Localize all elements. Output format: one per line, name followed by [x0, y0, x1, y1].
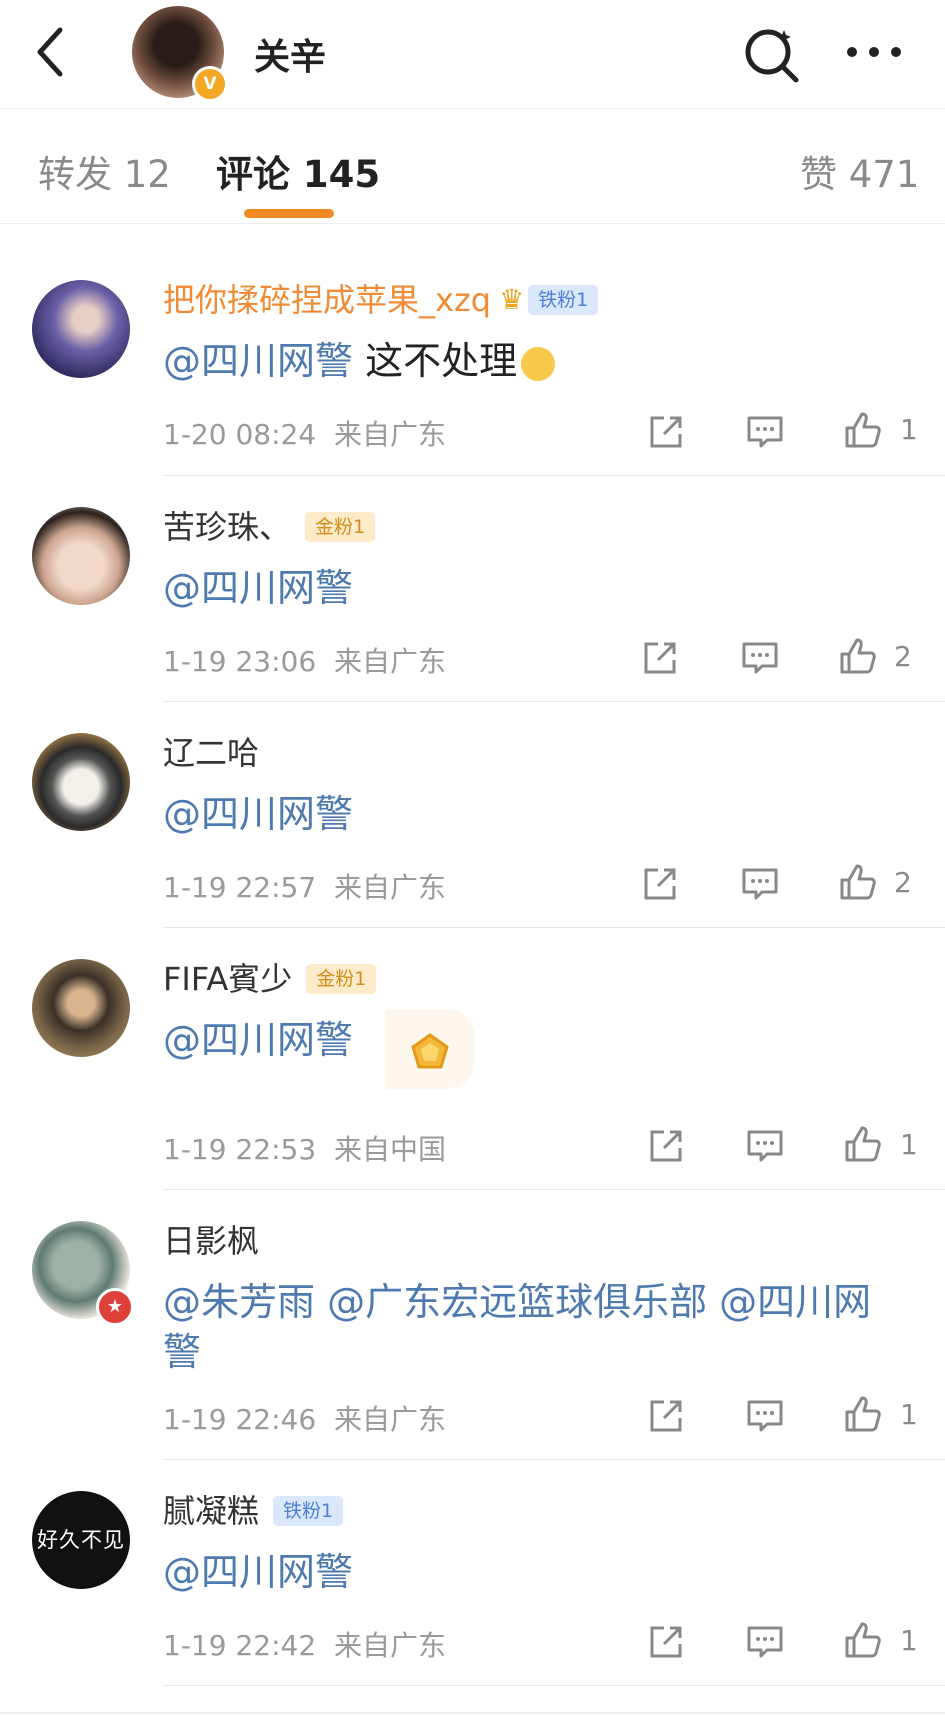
comment-icon[interactable]	[745, 1622, 785, 1662]
thumbs-up-icon[interactable]	[843, 1620, 883, 1660]
comment-location: 来自广东	[333, 645, 446, 678]
commenter-name-text: 日影枫	[163, 1222, 260, 1260]
more-options-icon[interactable]	[842, 36, 906, 68]
divider	[163, 1189, 945, 1190]
comment-icon[interactable]	[740, 864, 780, 904]
mention-links[interactable]: @朱芳雨 @广东宏远篮球俱乐部 @四川网警	[163, 1280, 871, 1374]
like-count: 1	[900, 1128, 918, 1161]
comment-location: 来自中国	[333, 1133, 446, 1166]
gold-badge-sticker-icon	[385, 1009, 475, 1089]
commenter-name-text: FIFA賓少	[163, 960, 293, 998]
comment-icon[interactable]	[745, 1126, 785, 1166]
commenter-name[interactable]: 苦珍珠、 金粉1	[163, 505, 935, 549]
mention-link[interactable]: @四川网警	[163, 566, 353, 610]
thinking-face-emoji-icon	[521, 346, 556, 381]
thumbs-up-icon[interactable]	[838, 636, 878, 676]
like-count: 1	[900, 1398, 918, 1431]
active-tab-indicator	[244, 209, 334, 218]
tab-likes[interactable]: 赞 471	[800, 144, 919, 198]
commenter-avatar[interactable]	[32, 507, 130, 605]
fan-badge: 金粉1	[306, 964, 377, 994]
commenter-name-text: 把你揉碎捏成苹果_xzq	[163, 281, 492, 319]
thumbs-up-icon[interactable]	[843, 1124, 883, 1164]
comment-icon[interactable]	[745, 1396, 785, 1436]
comment-meta: 1-19 23:06 来自广东	[163, 640, 446, 680]
fan-badge: 金粉1	[305, 512, 376, 542]
divider	[163, 1685, 945, 1686]
commenter-avatar[interactable]	[32, 280, 130, 378]
comment-meta: 1-19 22:53 来自中国	[163, 1128, 446, 1168]
comment-location: 来自广东	[333, 1403, 446, 1436]
mention-link[interactable]: @四川网警	[163, 792, 353, 836]
mention-link[interactable]: @四川网警	[163, 339, 353, 383]
comment-time: 1-19 22:53	[163, 1133, 317, 1166]
share-icon[interactable]	[640, 864, 680, 904]
commenter-name[interactable]: FIFA賓少 金粉1	[163, 957, 935, 1001]
back-arrow-icon[interactable]	[30, 24, 74, 80]
verified-badge: V	[192, 66, 228, 102]
mention-link[interactable]: @四川网警	[163, 1550, 353, 1594]
divider	[163, 927, 945, 928]
fan-badge: 铁粉1	[528, 285, 599, 315]
commenter-name-text: 辽二哈	[163, 734, 260, 772]
like-count: 2	[894, 866, 912, 899]
fan-badge: 铁粉1	[273, 1496, 344, 1526]
like-count: 1	[900, 1624, 918, 1657]
comment-text: @朱芳雨 @广东宏远篮球俱乐部 @四川网警	[163, 1277, 893, 1377]
commenter-name[interactable]: 辽二哈	[163, 731, 935, 775]
commenter-avatar[interactable]: 好久不见	[32, 1491, 130, 1589]
comment-text: @四川网警	[163, 789, 935, 839]
star-badge-icon: ★	[96, 1288, 134, 1326]
commenter-name[interactable]: 日影枫	[163, 1219, 935, 1263]
comment-text: @四川网警	[163, 1547, 935, 1597]
comment-icon[interactable]	[740, 638, 780, 678]
mention-link[interactable]: @四川网警	[163, 1018, 353, 1062]
comment-location: 来自广东	[333, 1629, 446, 1662]
comment-time: 1-20 08:24	[163, 418, 317, 451]
comment-content: 这不处理	[353, 339, 518, 383]
tab-bar: 转发 12 评论 145 赞 471	[0, 108, 945, 224]
comment-text: @四川网警	[163, 1009, 935, 1089]
divider	[163, 701, 945, 702]
comment-time: 1-19 22:46	[163, 1403, 317, 1436]
tab-comments[interactable]: 评论 145	[216, 144, 380, 198]
commenter-name[interactable]: 把你揉碎捏成苹果_xzq ♛ 铁粉1	[163, 278, 935, 322]
search-icon[interactable]	[740, 22, 804, 86]
tab-reposts[interactable]: 转发 12	[38, 144, 171, 198]
commenter-name-text: 腻凝糕	[163, 1492, 260, 1530]
comment-time: 1-19 22:57	[163, 871, 317, 904]
divider	[163, 1459, 945, 1460]
share-icon[interactable]	[646, 1622, 686, 1662]
thumbs-up-icon[interactable]	[843, 1394, 883, 1434]
commenter-avatar[interactable]	[32, 733, 130, 831]
share-icon[interactable]	[646, 1396, 686, 1436]
commenter-name-text: 苦珍珠、	[163, 508, 292, 546]
share-icon[interactable]	[646, 412, 686, 452]
comment-meta: 1-19 22:46 来自广东	[163, 1398, 446, 1438]
comment-meta: 1-19 22:42 来自广东	[163, 1624, 446, 1664]
comment-location: 来自广东	[333, 871, 446, 904]
comment-text: @四川网警 这不处理	[163, 336, 935, 386]
like-count: 2	[894, 640, 912, 673]
crown-icon: ♛	[499, 283, 525, 316]
commenter-name[interactable]: 腻凝糕 铁粉1	[163, 1489, 935, 1533]
share-icon[interactable]	[640, 638, 680, 678]
share-icon[interactable]	[646, 1126, 686, 1166]
comment-icon[interactable]	[745, 412, 785, 452]
comment-meta: 1-19 22:57 来自广东	[163, 866, 446, 906]
comment-time: 1-19 23:06	[163, 645, 317, 678]
commenter-avatar[interactable]	[32, 959, 130, 1057]
bottom-divider	[0, 1712, 945, 1714]
top-bar: V 关辛	[0, 0, 945, 109]
divider	[163, 475, 945, 476]
comment-location: 来自广东	[333, 418, 446, 451]
comment-meta: 1-20 08:24 来自广东	[163, 413, 446, 453]
thumbs-up-icon[interactable]	[843, 410, 883, 450]
like-count: 1	[900, 413, 918, 446]
comment-time: 1-19 22:42	[163, 1629, 317, 1662]
comment-text: @四川网警	[163, 563, 935, 613]
author-name[interactable]: 关辛	[254, 28, 326, 80]
thumbs-up-icon[interactable]	[838, 862, 878, 902]
